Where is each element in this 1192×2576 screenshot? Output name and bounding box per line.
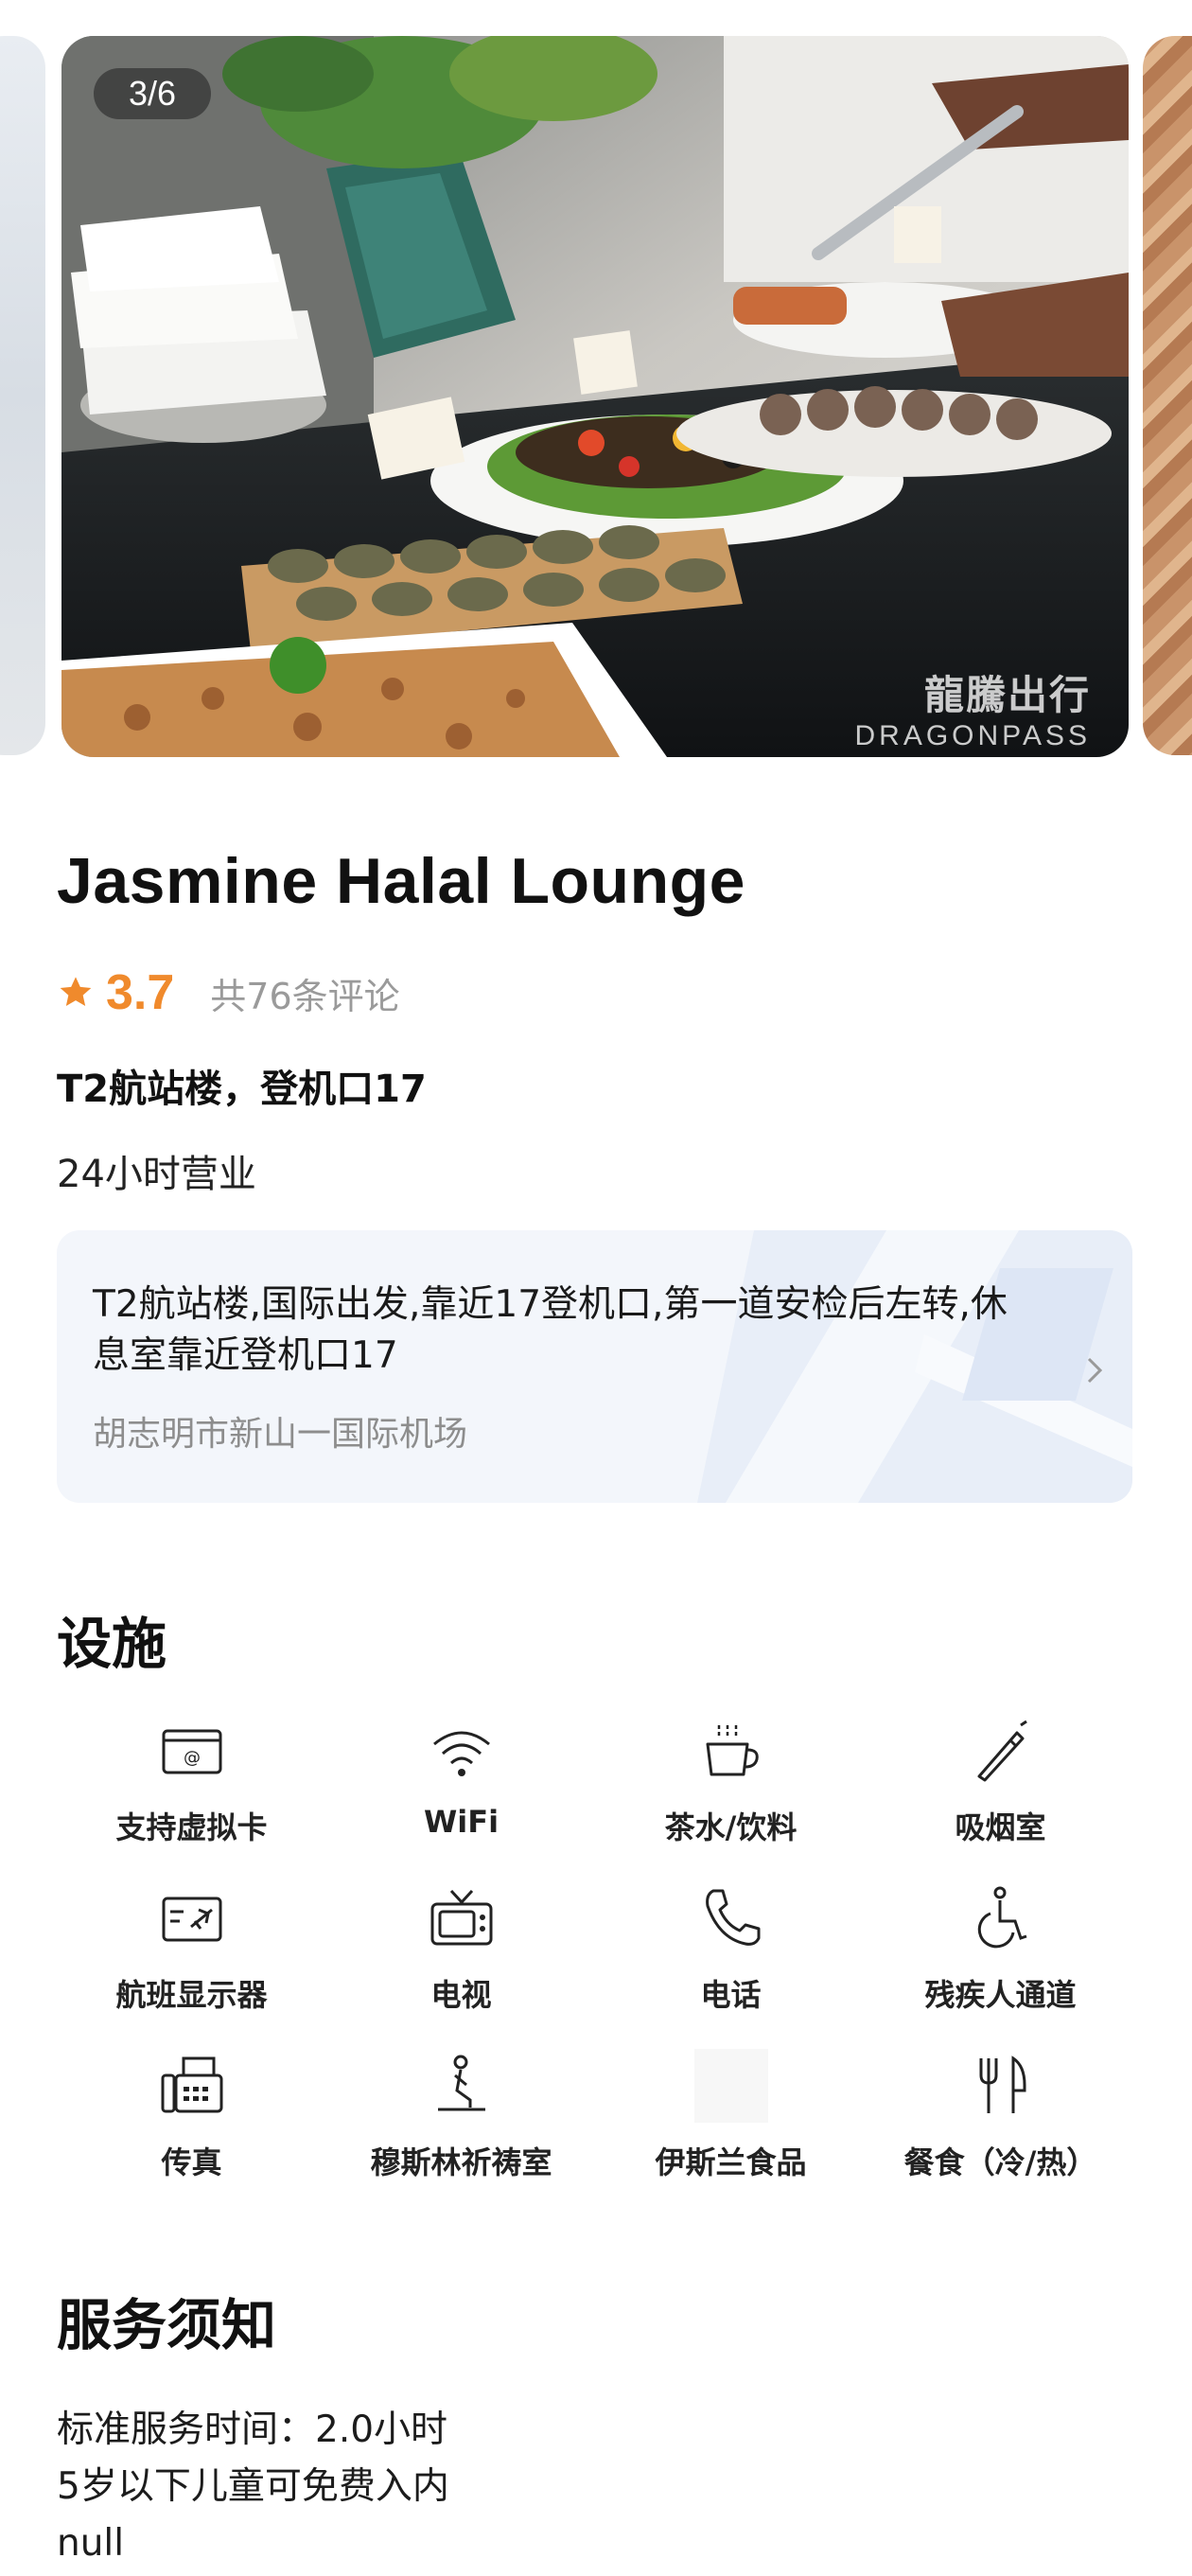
svg-text:@: @ bbox=[184, 1748, 201, 1768]
review-count-link[interactable]: 共76条评论 bbox=[210, 967, 399, 1019]
facility-label: 穆斯林祈祷室 bbox=[370, 2144, 552, 2180]
service-duration: 标准服务时间：2.0小时 bbox=[57, 2408, 448, 2451]
phone-icon bbox=[705, 1889, 760, 1946]
buffet-food-image bbox=[61, 36, 1129, 757]
watermark-en: DRAGONPASS bbox=[854, 720, 1091, 751]
facility-label: 电话 bbox=[700, 1977, 762, 2013]
fax-icon bbox=[161, 2056, 222, 2113]
facility-label: 伊斯兰食品 bbox=[655, 2144, 807, 2180]
facility-fax: 传真 bbox=[57, 2048, 326, 2215]
virtual-card-icon: @ bbox=[162, 1729, 221, 1774]
lounge-photo[interactable]: 3/6 龍騰出行 DRAGONPASS bbox=[61, 36, 1129, 757]
facility-wifi: WiFi bbox=[326, 1713, 596, 1880]
facilities-heading: 设施 bbox=[57, 1612, 167, 1676]
flight-display-icon bbox=[162, 1897, 221, 1942]
child-policy: 5岁以下儿童可免费入内 bbox=[57, 2465, 449, 2508]
service-note: null bbox=[57, 2522, 125, 2565]
facility-prayer-room: 穆斯林祈祷室 bbox=[326, 2048, 596, 2215]
next-photo-peek[interactable] bbox=[1143, 36, 1192, 755]
facility-label: 茶水/饮料 bbox=[664, 1809, 798, 1845]
airport-name: 胡志明市新山一国际机场 bbox=[93, 1415, 468, 1454]
facility-flight-display: 航班显示器 bbox=[57, 1880, 326, 2048]
rating-row[interactable]: 3.7 共76条评论 bbox=[57, 962, 400, 1023]
facility-label: 传真 bbox=[161, 2144, 222, 2180]
service-notice-heading: 服务须知 bbox=[57, 2293, 277, 2357]
facility-halal-food: 伊斯兰食品 bbox=[596, 2048, 866, 2215]
facility-smoking-room: 吸烟室 bbox=[866, 1713, 1135, 1880]
chevron-right-icon bbox=[1087, 1357, 1103, 1384]
prayer-icon bbox=[437, 2055, 485, 2111]
wifi-icon bbox=[432, 1731, 490, 1776]
facility-meals: 餐食（冷/热） bbox=[866, 2048, 1135, 2215]
facility-label: WiFi bbox=[423, 1804, 500, 1840]
rating-score: 3.7 bbox=[106, 965, 175, 1020]
facility-tea-drinks: 茶水/饮料 bbox=[596, 1713, 866, 1880]
facility-virtual-card: @ 支持虚拟卡 bbox=[57, 1713, 326, 1880]
facilities-grid: @ 支持虚拟卡 WiFi 茶水/饮料 吸烟室 航班显示器 电视 电话 残疾人通道… bbox=[57, 1713, 1135, 2215]
facility-label: 电视 bbox=[430, 1977, 492, 2013]
facility-label: 残疾人通道 bbox=[924, 1977, 1077, 2013]
star-icon bbox=[60, 977, 92, 1006]
photo-gallery[interactable]: 3/6 龍騰出行 DRAGONPASS bbox=[0, 0, 1192, 767]
location-card[interactable]: T2航站楼,国际出发,靠近17登机口,第一道安检后左转,休息室靠近登机口17 胡… bbox=[57, 1230, 1132, 1503]
facility-label: 吸烟室 bbox=[955, 1809, 1046, 1845]
fork-knife-icon bbox=[979, 2056, 1025, 2113]
cigarette-icon bbox=[977, 1720, 1027, 1782]
service-notice: 标准服务时间：2.0小时 5岁以下儿童可免费入内 null bbox=[57, 2402, 449, 2572]
photo-counter: 3/6 bbox=[94, 68, 211, 119]
wheelchair-icon bbox=[977, 1886, 1026, 1949]
facility-label: 支持虚拟卡 bbox=[115, 1809, 268, 1845]
tv-icon bbox=[430, 1889, 492, 1946]
watermark-cn: 龍騰出行 bbox=[923, 673, 1091, 717]
blank-icon bbox=[693, 2049, 768, 2123]
coffee-cup-icon bbox=[706, 1725, 759, 1776]
previous-photo-peek[interactable] bbox=[0, 36, 45, 755]
lounge-name: Jasmine Halal Lounge bbox=[57, 845, 745, 917]
facility-label: 航班显示器 bbox=[115, 1977, 268, 2013]
facility-accessible: 残疾人通道 bbox=[866, 1880, 1135, 2048]
lounge-directions: T2航站楼,国际出发,靠近17登机口,第一道安检后左转,休息室靠近登机口17 bbox=[93, 1283, 1008, 1377]
dragonpass-watermark: 龍騰出行 DRAGONPASS bbox=[855, 672, 1092, 757]
facility-label: 餐食（冷/热） bbox=[903, 2144, 1097, 2180]
facility-tv: 电视 bbox=[326, 1880, 596, 2048]
terminal-gate: T2航站楼，登机口17 bbox=[57, 1067, 427, 1111]
opening-hours: 24小时营业 bbox=[57, 1153, 256, 1196]
facility-phone: 电话 bbox=[596, 1880, 866, 2048]
